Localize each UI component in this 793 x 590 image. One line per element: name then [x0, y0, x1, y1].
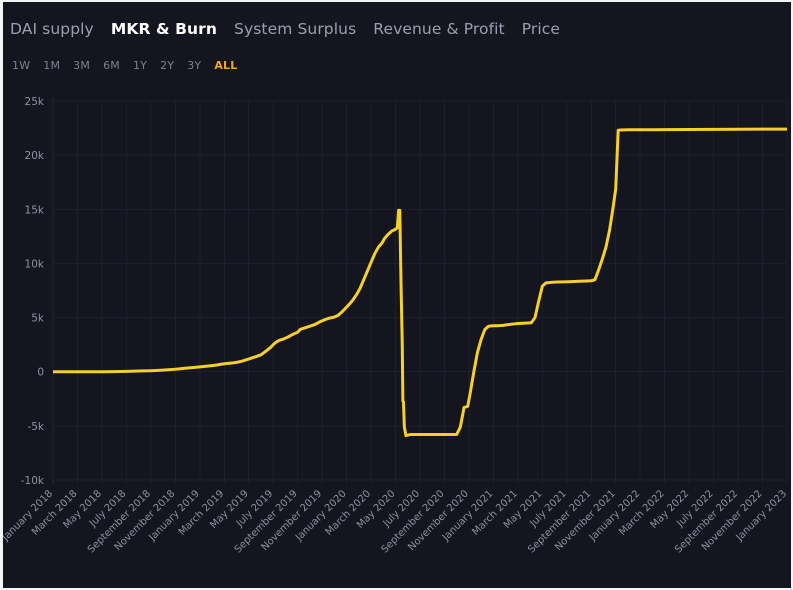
y-axis-tick-label: -10k — [21, 475, 45, 487]
chart-x-axis-labels: January 2018March 2018May 2018July 2018S… — [0, 488, 789, 555]
y-axis-tick-label: 15k — [25, 204, 45, 216]
y-axis-tick-label: 5k — [31, 313, 45, 325]
range-button-6m[interactable]: 6M — [103, 60, 120, 71]
range-button-2y[interactable]: 2Y — [160, 60, 174, 71]
chart-tab-bar: DAI supply MKR & Burn System Surplus Revenu… — [10, 18, 560, 42]
y-axis-tick-label: 25k — [25, 96, 45, 108]
tab-revenue-profit[interactable]: Revenue & Profit — [373, 22, 504, 38]
tab-price[interactable]: Price — [522, 22, 560, 38]
range-button-1w[interactable]: 1W — [12, 60, 30, 71]
tab-mkr-burn[interactable]: MKR & Burn — [111, 22, 217, 38]
y-axis-tick-label: -5k — [27, 421, 44, 433]
mkr-burn-line-chart: 25k 20k 15k 10k 5k 0 -5k -10k January 2018March… — [0, 96, 789, 555]
mkr-burn-chart-panel: DAI supply MKR & Burn System Surplus Revenu… — [0, 0, 793, 590]
range-button-1y[interactable]: 1Y — [133, 60, 147, 71]
time-range-selector: 1W 1M 3M 6M 1Y 2Y 3Y ALL — [12, 57, 237, 73]
range-button-3m[interactable]: 3M — [73, 60, 90, 71]
y-axis-tick-label: 10k — [25, 258, 45, 270]
chart-container: 25k 20k 15k 10k 5k 0 -5k -10k January 2018 March… — [0, 82, 793, 590]
y-axis-tick-label: 0 — [37, 367, 44, 379]
tab-system-surplus[interactable]: System Surplus — [234, 22, 356, 38]
range-button-all[interactable]: ALL — [214, 60, 237, 71]
chart-y-axis-labels: 25k 20k 15k 10k 5k 0 -5k -10k — [21, 96, 45, 487]
tab-dai-supply[interactable]: DAI supply — [10, 22, 94, 38]
y-axis-tick-label: 20k — [25, 150, 45, 162]
range-button-3y[interactable]: 3Y — [187, 60, 201, 71]
chart-gridlines — [52, 97, 788, 484]
range-button-1m[interactable]: 1M — [43, 60, 60, 71]
